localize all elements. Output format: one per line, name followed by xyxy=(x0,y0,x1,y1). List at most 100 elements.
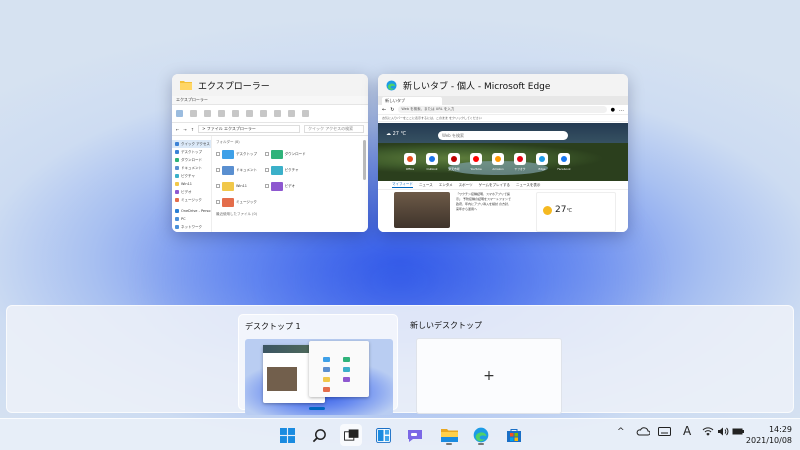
explorer-main-pane: フォルダー (8) デスクトップ ダウンロード ドキュメント ピクチャ Win1… xyxy=(216,138,362,232)
sidebar-item-label: デスクトップ xyxy=(181,149,202,154)
facebook-icon xyxy=(558,153,570,165)
sidebar-item-desktop: デスクトップ xyxy=(172,148,211,156)
new-desktop-button[interactable]: + xyxy=(416,338,562,414)
explorer-window-content: エクスプローラー ← → ↑ > ファイル エクスプローラー クイック アクセス… xyxy=(172,96,368,232)
explorer-address-row: ← → ↑ > ファイル エクスプローラー クイック アクセスの検索 xyxy=(172,123,368,136)
new-desktop-card[interactable]: 新しいデスクトップ + xyxy=(404,314,564,414)
quick-link: 楽天市場 xyxy=(448,153,460,171)
checkbox xyxy=(264,168,269,172)
edge-weather-top: ☁ 27 ℃ xyxy=(386,131,407,137)
clock-date: 2021/10/08 xyxy=(745,436,792,445)
sidebar-item-documents: ドキュメント xyxy=(172,164,211,172)
explorer-search-placeholder: クイック アクセスの検索 xyxy=(308,126,354,131)
sidebar-item-label: ネットワーク xyxy=(181,224,202,229)
task-view-icon xyxy=(343,428,358,441)
file-explorer-taskbar-button[interactable] xyxy=(438,424,460,446)
teams-chat-button[interactable] xyxy=(404,424,426,446)
virtual-desktops-strip: デスクトップ 1 新しいデスクトップ + xyxy=(6,305,794,415)
weather-temp-value: 27 xyxy=(555,205,567,215)
desktop-icon xyxy=(175,150,179,154)
sidebar-item-onedrive: OneDrive - Perso xyxy=(172,207,211,215)
youtube-icon xyxy=(470,153,482,165)
quick-link-label: Outlook xyxy=(426,167,438,171)
ime-indicator[interactable]: A xyxy=(683,424,691,438)
quick-link-label: Facebook xyxy=(557,167,571,171)
edge-favbar-text: お気に入りバーをここに表示するには、このまま をクリックしてください xyxy=(382,116,482,120)
video-icon xyxy=(175,190,179,194)
battery-tray-icon[interactable] xyxy=(732,427,745,439)
explorer-window[interactable]: エクスプローラー エクスプローラー ← → ↑ > ファイル エクスプローラー … xyxy=(172,74,368,232)
desktop-1-card[interactable]: デスクトップ 1 xyxy=(238,314,398,415)
quick-link-label: Edge xyxy=(538,167,546,171)
recent-group-label: 最近使用したファイル (0) xyxy=(216,212,258,216)
sidebar-item-network: ネットワーク xyxy=(172,223,211,231)
volume-tray-icon[interactable] xyxy=(717,427,729,439)
folder-name: ピクチャ xyxy=(284,167,299,172)
download-icon xyxy=(175,158,179,162)
picture-icon xyxy=(175,174,179,178)
search-button[interactable] xyxy=(308,424,330,446)
back-icon: ← xyxy=(382,106,387,113)
onedrive-tray-icon[interactable] xyxy=(636,427,651,439)
task-view-button[interactable] xyxy=(340,424,362,446)
cloud-icon xyxy=(175,209,179,213)
widgets-button[interactable] xyxy=(372,424,394,446)
folder-icon xyxy=(180,81,192,90)
taskbar-clock[interactable]: 14:29 2021/10/08 xyxy=(746,424,792,446)
edge-taskbar-button[interactable] xyxy=(470,424,492,446)
store-taskbar-button[interactable] xyxy=(503,424,525,446)
document-folder-icon xyxy=(222,165,234,175)
network-tray-icon[interactable] xyxy=(702,427,714,439)
rename-icon xyxy=(232,110,239,117)
sidebar-item-win11: Win11 xyxy=(172,180,211,188)
sidebar-item-label: ダウンロード xyxy=(181,157,202,162)
start-button[interactable] xyxy=(276,424,298,446)
chat-icon xyxy=(408,429,422,442)
cut-icon xyxy=(190,110,197,117)
folder-name: ビデオ xyxy=(284,183,296,188)
wifi-icon xyxy=(702,427,714,436)
edge-window[interactable]: 新しいタブ - 個人 - Microsoft Edge 新しいタブ ← ↻ We… xyxy=(378,74,628,232)
outlook-icon xyxy=(426,153,438,165)
star-icon xyxy=(175,142,179,146)
folder-icon xyxy=(175,182,179,186)
yahoo-auction-icon xyxy=(514,153,526,165)
sidebar-item-pictures: ピクチャ xyxy=(172,172,211,180)
checkbox xyxy=(216,184,220,188)
edge-window-titlebar[interactable]: 新しいタブ - 個人 - Microsoft Edge xyxy=(378,74,628,96)
sidebar-item-label: クイック アクセス xyxy=(181,141,210,146)
music-icon xyxy=(175,198,179,202)
quick-link: Amazon xyxy=(492,153,504,171)
sidebar-item-label: ビデオ xyxy=(181,189,192,194)
view-icon xyxy=(288,110,295,117)
windows-logo-icon xyxy=(279,427,295,443)
sidebar-item-music: ミュージック xyxy=(172,196,211,204)
volume-icon xyxy=(718,427,729,436)
download-folder-icon xyxy=(270,149,283,159)
show-hidden-icons-button[interactable]: ^ xyxy=(617,427,625,437)
explorer-search-box: クイック アクセスの検索 xyxy=(304,125,364,133)
feed-tab-my-feed: マイフィード xyxy=(392,182,413,188)
mini-explorer-window xyxy=(309,341,369,397)
edge-address-bar: Web を検索、または URL を入力 xyxy=(398,106,607,113)
explorer-window-titlebar[interactable]: エクスプローラー xyxy=(172,74,368,96)
edge-search-placeholder: Web を検索 xyxy=(442,132,464,138)
feed-tab-entertainment: エンタメ xyxy=(438,182,453,187)
office-icon xyxy=(404,153,416,165)
folder-item: ミュージック xyxy=(216,196,265,208)
battery-plug-icon xyxy=(732,428,744,435)
folders-group-label: フォルダー (8) xyxy=(216,140,240,144)
new-icon xyxy=(176,110,183,117)
network-icon xyxy=(175,225,179,229)
checkbox xyxy=(216,152,220,156)
keyboard-tray-icon[interactable] xyxy=(658,427,671,439)
quick-link: Office xyxy=(404,153,416,171)
copy-icon xyxy=(204,110,211,117)
cloud-icon xyxy=(636,427,651,436)
keyboard-icon xyxy=(658,427,671,436)
sun-icon xyxy=(543,206,552,215)
sidebar-item-label: ピクチャ xyxy=(181,173,195,178)
folder-item: ドキュメント xyxy=(216,164,265,176)
win11-folder-icon xyxy=(222,181,234,191)
desktop-1-thumbnail[interactable] xyxy=(245,339,393,415)
